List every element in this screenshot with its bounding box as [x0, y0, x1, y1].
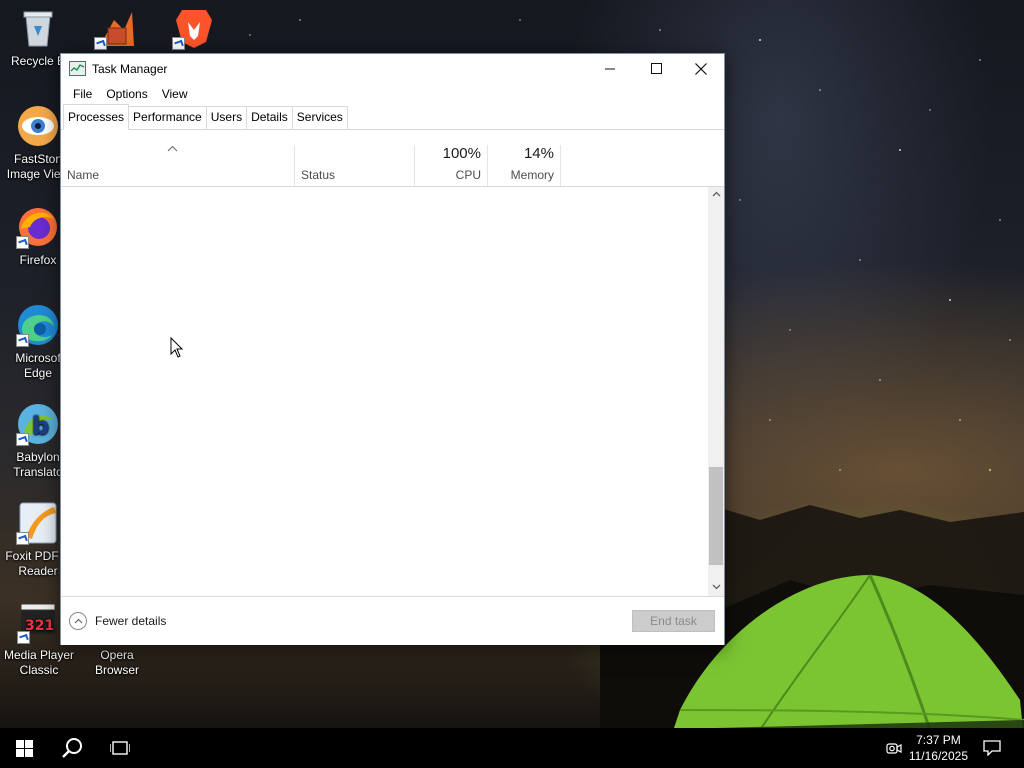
fewer-details-button[interactable]: Fewer details: [69, 612, 166, 630]
start-button[interactable]: [0, 728, 48, 768]
maximize-icon: [650, 63, 662, 74]
column-cpu[interactable]: 100% CPU: [415, 145, 488, 186]
search-icon: [62, 738, 82, 758]
media-player-classic-icon: 321: [17, 600, 61, 644]
tab-performance[interactable]: Performance: [128, 106, 207, 129]
shortcut-arrow-icon: [16, 334, 29, 347]
shortcut-arrow-icon: [16, 433, 29, 446]
tab-services[interactable]: Services: [291, 106, 348, 129]
edge-icon: [16, 303, 60, 347]
desktop-icon-label: Opera Browser: [94, 648, 139, 677]
task-view-button[interactable]: [96, 728, 144, 768]
search-button[interactable]: [48, 728, 96, 768]
column-name[interactable]: Name: [61, 145, 295, 186]
shortcut-arrow-icon: [172, 37, 185, 50]
maximize-button[interactable]: [633, 54, 679, 83]
task-view-icon: [110, 741, 130, 755]
footer-bar: Fewer details End task: [61, 596, 724, 645]
tab-strip: Processes Performance Users Details Serv…: [61, 104, 724, 130]
chevron-up-circle-icon: [69, 612, 87, 630]
foxit-icon: [16, 501, 60, 545]
brave-icon: [172, 6, 216, 50]
babylon-icon: b: [16, 402, 60, 446]
task-manager-window[interactable]: Task Manager File Options View Processes…: [60, 53, 725, 645]
window-title: Task Manager: [92, 61, 168, 76]
chevron-down-icon: [712, 584, 720, 590]
scrollbar-thumb[interactable]: [709, 467, 723, 565]
notification-icon: [983, 740, 1001, 756]
column-memory-label: Memory: [510, 168, 554, 182]
process-list[interactable]: [61, 187, 708, 596]
mouse-cursor-icon: [170, 337, 184, 358]
shortcut-arrow-icon: [17, 631, 30, 644]
sort-ascending-icon: [167, 143, 178, 155]
shortcut-arrow-icon: [16, 532, 29, 545]
minimize-icon: [604, 68, 615, 70]
title-bar[interactable]: Task Manager: [61, 54, 724, 83]
close-icon: [695, 62, 707, 75]
fewer-details-label: Fewer details: [95, 614, 167, 628]
end-task-button[interactable]: End task: [632, 610, 715, 632]
task-manager-icon: [69, 61, 86, 76]
clock[interactable]: 7:37 PM 11/16/2025: [909, 732, 968, 764]
desktop-icon-label: Media Player Classic: [3, 648, 75, 677]
scroll-up-button[interactable]: [708, 187, 724, 203]
camera-icon: [886, 743, 902, 754]
column-header-row: Name Status 100% CPU 14% Memory: [61, 145, 724, 187]
minimize-button[interactable]: [587, 54, 633, 83]
clock-time: 7:37 PM: [916, 733, 961, 747]
menu-view[interactable]: View: [156, 87, 194, 101]
column-cpu-label: CPU: [455, 168, 481, 182]
menu-file[interactable]: File: [67, 87, 98, 101]
tab-users[interactable]: Users: [205, 106, 248, 129]
column-memory[interactable]: 14% Memory: [488, 145, 561, 186]
recycle-bin-icon: [16, 6, 60, 50]
column-status-label: Status: [301, 168, 336, 182]
desktop-icon-brave[interactable]: [156, 6, 232, 54]
vertical-scrollbar[interactable]: [708, 187, 724, 596]
windows-logo-icon: [15, 739, 33, 757]
column-status[interactable]: Status: [295, 145, 415, 186]
menu-options[interactable]: Options: [100, 87, 153, 101]
installer-app-icon: [94, 6, 138, 50]
firefox-icon: [16, 205, 60, 249]
svg-text:b: b: [32, 412, 49, 440]
memory-total-percent: 14%: [523, 145, 554, 162]
shortcut-arrow-icon: [94, 37, 107, 50]
shortcut-arrow-icon: [16, 236, 29, 249]
menu-bar: File Options View: [61, 83, 724, 105]
clock-date: 11/16/2025: [908, 749, 968, 763]
column-name-label: Name: [67, 168, 100, 182]
cpu-total-percent: 100%: [442, 145, 481, 162]
taskbar: 7:37 PM 11/16/2025: [0, 728, 1024, 768]
chevron-up-icon: [712, 191, 720, 197]
scroll-down-button[interactable]: [708, 580, 724, 596]
faststone-icon: [16, 104, 60, 148]
tab-details[interactable]: Details: [246, 106, 293, 129]
desktop-icon-installer-app[interactable]: [78, 6, 154, 54]
action-center-button[interactable]: [970, 728, 1014, 768]
close-button[interactable]: [678, 54, 724, 83]
tab-processes[interactable]: Processes: [63, 104, 130, 130]
